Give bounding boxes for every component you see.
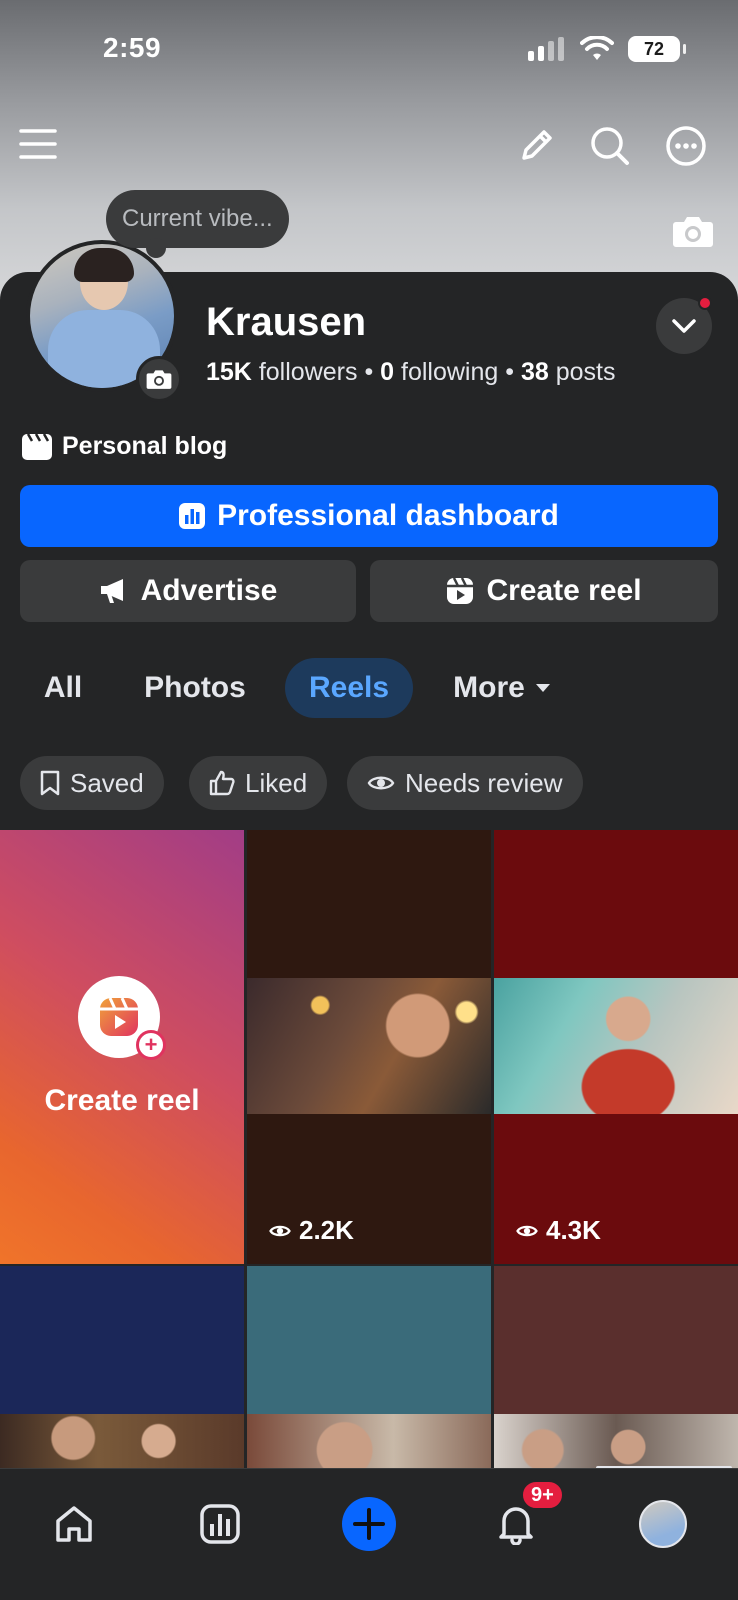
followers-count[interactable]: 15K bbox=[206, 358, 252, 386]
eye-icon bbox=[269, 1225, 291, 1236]
followers-label[interactable]: followers bbox=[259, 358, 358, 386]
advertise-button[interactable]: Advertise bbox=[20, 560, 356, 622]
create-reel-tile-label: Create reel bbox=[44, 1084, 200, 1117]
create-reel-tile[interactable]: + Create reel bbox=[0, 830, 244, 1264]
tab-more-label: More bbox=[453, 671, 525, 704]
tab-photos[interactable]: Photos bbox=[120, 658, 270, 718]
thumbs-up-icon bbox=[209, 770, 235, 796]
tab-more[interactable]: More bbox=[432, 658, 572, 718]
wifi-icon bbox=[580, 36, 614, 60]
eye-icon bbox=[367, 776, 395, 790]
battery-indicator: 72 bbox=[628, 36, 686, 62]
stats-separator: • bbox=[364, 358, 374, 386]
bookmark-icon bbox=[40, 770, 60, 796]
clapperboard-icon bbox=[22, 433, 52, 460]
profile-name: Krausen bbox=[206, 300, 367, 344]
liked-filter-chip[interactable]: Liked bbox=[189, 756, 328, 810]
dashboard-icon bbox=[179, 503, 206, 529]
caret-down-icon bbox=[535, 684, 550, 692]
reel-thumbnail-image bbox=[247, 978, 491, 1114]
saved-filter-chip[interactable]: Saved bbox=[20, 756, 164, 810]
megaphone-icon bbox=[100, 579, 123, 603]
needs-review-label: Needs review bbox=[405, 767, 563, 798]
nav-profile[interactable] bbox=[623, 1491, 703, 1557]
reel-thumbnail[interactable]: 2.2K bbox=[247, 830, 491, 1264]
advertise-label: Advertise bbox=[140, 574, 278, 607]
following-count[interactable]: 0 bbox=[380, 358, 394, 386]
nav-home[interactable] bbox=[34, 1491, 114, 1557]
reel-view-count: 4.3K bbox=[516, 1215, 601, 1246]
profile-stats: 15K followers • 0 following • 38 posts bbox=[206, 358, 616, 387]
chevron-down-icon bbox=[672, 319, 696, 333]
profile-category[interactable]: Personal blog bbox=[22, 432, 227, 461]
eye-icon bbox=[516, 1225, 538, 1236]
reels-icon bbox=[447, 577, 474, 604]
current-vibe-bubble[interactable]: Current vibe... bbox=[106, 190, 289, 258]
views-label: 4.3K bbox=[546, 1215, 601, 1245]
menu-icon[interactable] bbox=[18, 124, 58, 164]
reel-thumbnail-image bbox=[247, 1414, 491, 1468]
reel-view-count: 2.2K bbox=[269, 1215, 354, 1246]
category-label: Personal blog bbox=[62, 432, 228, 460]
avatar bbox=[639, 1500, 687, 1548]
more-options-icon[interactable] bbox=[664, 124, 708, 168]
create-reel-label: Create reel bbox=[486, 574, 642, 607]
needs-review-filter-chip[interactable]: Needs review bbox=[347, 756, 583, 810]
reel-thumbnail-image bbox=[494, 978, 738, 1114]
stats-separator: • bbox=[505, 358, 515, 386]
tab-all[interactable]: All bbox=[20, 658, 106, 718]
home-icon bbox=[56, 1506, 92, 1542]
notification-dot bbox=[698, 296, 712, 310]
reel-thumbnail-image bbox=[494, 1414, 738, 1468]
bottom-navigation: 9+ bbox=[0, 1468, 738, 1600]
status-time: 2:59 bbox=[103, 32, 162, 63]
cover-camera-icon[interactable] bbox=[672, 214, 714, 253]
posts-count: 38 bbox=[520, 358, 549, 386]
reel-thumbnail[interactable] bbox=[494, 1266, 738, 1468]
tab-reels[interactable]: Reels bbox=[285, 658, 413, 718]
views-label: 2.2K bbox=[299, 1215, 354, 1245]
nav-dashboard[interactable] bbox=[180, 1491, 260, 1557]
reel-thumbnail-image bbox=[0, 1414, 244, 1468]
professional-dashboard-label: Professional dashboard bbox=[217, 499, 559, 532]
saved-label: Saved bbox=[70, 767, 144, 798]
liked-label: Liked bbox=[245, 767, 308, 798]
plus-icon bbox=[342, 1497, 396, 1551]
reel-thumbnail[interactable] bbox=[247, 1266, 491, 1468]
signal-icon bbox=[528, 37, 564, 61]
edit-icon[interactable] bbox=[514, 124, 558, 168]
professional-dashboard-button[interactable]: Professional dashboard bbox=[20, 485, 718, 547]
search-icon[interactable] bbox=[588, 124, 632, 168]
status-icons: 72 bbox=[528, 36, 686, 62]
nav-create[interactable] bbox=[329, 1491, 409, 1557]
notifications-badge: 9+ bbox=[520, 1479, 565, 1511]
following-label[interactable]: following bbox=[401, 358, 498, 386]
posts-label: posts bbox=[555, 358, 616, 386]
reel-thumbnail[interactable] bbox=[0, 1266, 244, 1468]
create-reel-button[interactable]: Create reel bbox=[370, 560, 718, 622]
profile-screen: 2:59 72 Current vibe... Krausen 15K foll… bbox=[0, 0, 738, 1600]
dashboard-icon bbox=[200, 1504, 240, 1544]
add-icon: + bbox=[136, 1030, 166, 1060]
reel-thumbnail[interactable]: 4.3K bbox=[494, 830, 738, 1264]
profile-camera-icon[interactable] bbox=[136, 356, 182, 402]
